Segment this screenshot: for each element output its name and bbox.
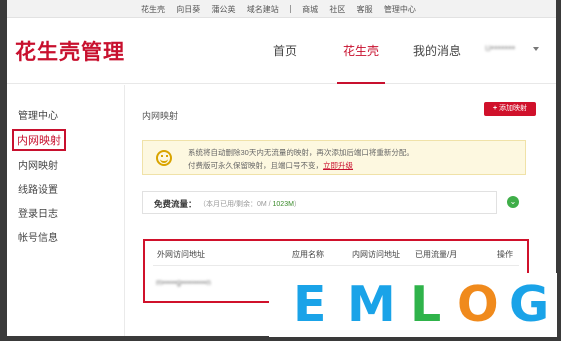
expand-toggle-icon[interactable]: ⌄ <box>507 196 519 208</box>
watermark-letter-g: G <box>509 276 550 333</box>
column-header-traffic: 已用流量/月 <box>415 250 458 259</box>
top-divider <box>289 5 291 13</box>
table-divider <box>153 265 519 266</box>
column-header-external-address: 外网访问地址 <box>157 250 205 259</box>
site-logo[interactable]: 花生壳管理 <box>15 36 125 66</box>
watermark-letter-l: L <box>410 276 442 333</box>
top-link-community[interactable]: 社区 <box>329 5 345 14</box>
notice-banner: 系统将自动删除30天内无流量的映射，再次添加后端口将重新分配。 付费版可永久保留… <box>142 140 526 175</box>
nav-home[interactable]: 首页 <box>273 42 297 59</box>
notice-line-2-text: 付费版可永久保留映射，且端口号不变， <box>188 161 323 170</box>
traffic-usage-prefix: （本月已用/剩余：0M / <box>199 201 273 208</box>
notice-line-1: 系统将自动删除30天内无流量的映射，再次添加后端口将重新分配。 <box>188 148 414 157</box>
free-traffic-usage: （本月已用/剩余：0M / 1023M） <box>199 199 301 209</box>
top-link-sunflower[interactable]: 向日葵 <box>176 5 200 14</box>
nav-peanut[interactable]: 花生壳 <box>336 42 386 84</box>
top-links-bar: 花生壳 向日葵 蒲公英 域名建站 商城 社区 客服 管理中心 <box>7 0 556 18</box>
sidebar-item-port-mapping-highlighted[interactable]: 内网映射 <box>12 129 66 151</box>
sidebar-title: 管理中心 <box>18 111 58 122</box>
notice-line-2: 付费版可永久保留映射，且端口号不变，立即升级 <box>188 160 353 171</box>
upgrade-link[interactable]: 立即升级 <box>323 161 353 170</box>
column-header-app-name: 应用名称 <box>292 250 324 259</box>
watermark-letter-m: M <box>347 276 396 333</box>
sidebar-item-account-info[interactable]: 帐号信息 <box>18 229 58 244</box>
add-mapping-button[interactable]: + 添加映射 <box>484 102 536 116</box>
page-title: 内网映射 <box>142 111 179 121</box>
top-link-peanut[interactable]: 花生壳 <box>141 5 165 14</box>
plus-icon: + <box>492 105 498 112</box>
watermark-letter-o: O <box>457 276 499 333</box>
nav-messages[interactable]: 我的消息 <box>413 42 461 59</box>
site-header: 花生壳管理 首页 花生壳 我的消息 u••••••• <box>7 18 556 84</box>
column-header-actions: 操作 <box>497 250 513 259</box>
free-traffic-label: 免费流量： <box>154 199 197 209</box>
watermark-letter-e: E <box>293 276 327 333</box>
top-link-admin[interactable]: 管理中心 <box>384 5 416 14</box>
sidebar-item-login-log[interactable]: 登录日志 <box>18 205 58 220</box>
table-cell-external-address[interactable]: m•••••g•••••••••n <box>156 278 211 287</box>
smile-icon <box>156 150 172 166</box>
sidebar-item-port-mapping[interactable]: 内网映射 <box>18 157 58 172</box>
sidebar: 管理中心 内网映射 内网映射 线路设置 登录日志 帐号信息 <box>7 85 125 336</box>
watermark-logo: E M L O G <box>269 273 557 337</box>
top-link-service[interactable]: 客服 <box>357 5 373 14</box>
user-menu[interactable]: u••••••• <box>485 43 515 54</box>
sidebar-item-line-settings[interactable]: 线路设置 <box>18 181 58 196</box>
top-link-shop[interactable]: 商城 <box>302 5 318 14</box>
add-mapping-label: 添加映射 <box>499 105 528 112</box>
top-link-domain[interactable]: 域名建站 <box>247 5 279 14</box>
free-traffic-box: 免费流量： （本月已用/剩余：0M / 1023M） <box>142 191 497 214</box>
column-header-internal-address: 内网访问地址 <box>352 250 400 259</box>
traffic-usage-suffix: ） <box>293 201 301 208</box>
traffic-remaining: 1023M <box>272 201 294 208</box>
top-link-dandelion[interactable]: 蒲公英 <box>211 5 235 14</box>
chevron-down-icon[interactable] <box>533 47 539 51</box>
